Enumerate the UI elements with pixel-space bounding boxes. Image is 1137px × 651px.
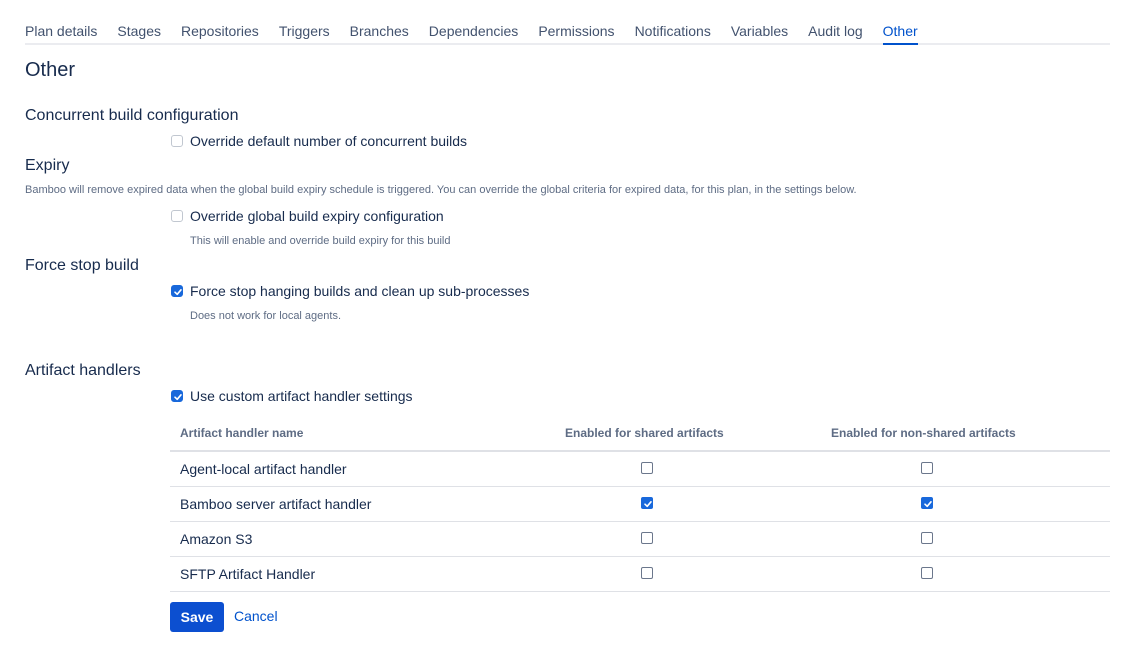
handler-name: Amazon S3 [180,531,253,547]
row-divider [170,486,1110,487]
force-stop-help: Does not work for local agents. [190,310,342,322]
tab-other[interactable]: Other [882,14,918,45]
handler-name: SFTP Artifact Handler [180,566,316,582]
table-header-divider [170,450,1110,452]
tab-audit-log[interactable]: Audit log [808,14,862,43]
custom-artifact-label[interactable]: Use custom artifact handler settings [190,388,413,404]
tab-triggers[interactable]: Triggers [279,14,330,43]
override-expiry-label[interactable]: Override global build expiry configurati… [190,208,444,224]
page-title: Other [25,59,76,81]
checkmark-icon [644,501,652,508]
tab-plan-details[interactable]: Plan details [25,14,97,43]
force-stop-label[interactable]: Force stop hanging builds and clean up s… [190,283,529,299]
expiry-section-title: Expiry [25,157,70,174]
column-header-name: Artifact handler name [180,426,304,440]
shared-checkbox[interactable] [641,497,653,509]
non-shared-checkbox[interactable] [921,567,933,579]
tab-permissions[interactable]: Permissions [538,14,614,43]
row-divider [170,521,1110,522]
tab-notifications[interactable]: Notifications [635,14,711,43]
handler-name: Bamboo server artifact handler [180,496,372,512]
custom-artifact-checkbox[interactable] [171,390,183,402]
override-expiry-checkbox[interactable] [171,210,183,222]
shared-checkbox[interactable] [641,532,653,544]
checkmark-icon [924,501,932,508]
tab-dependencies[interactable]: Dependencies [429,14,519,43]
non-shared-checkbox[interactable] [921,497,933,509]
row-divider [170,556,1110,557]
checkmark-icon [174,394,182,401]
tab-repositories[interactable]: Repositories [181,14,259,43]
override-concurrent-label[interactable]: Override default number of concurrent bu… [190,133,467,149]
override-expiry-help: This will enable and override build expi… [190,235,451,247]
non-shared-checkbox[interactable] [921,462,933,474]
override-concurrent-checkbox[interactable] [171,135,183,147]
artifact-section-title: Artifact handlers [25,362,141,379]
tab-stages[interactable]: Stages [117,14,161,43]
checkmark-icon [174,289,182,296]
shared-checkbox[interactable] [641,462,653,474]
force-stop-section-title: Force stop build [25,257,139,274]
non-shared-checkbox[interactable] [921,532,933,544]
cancel-link[interactable]: Cancel [234,608,278,624]
save-button[interactable]: Save [170,602,224,632]
tab-variables[interactable]: Variables [731,14,788,43]
shared-checkbox[interactable] [641,567,653,579]
tab-bar: Plan details Stages Repositories Trigger… [25,14,1110,45]
tab-branches[interactable]: Branches [350,14,409,43]
handler-name: Agent-local artifact handler [180,461,347,477]
force-stop-checkbox[interactable] [171,285,183,297]
column-header-shared: Enabled for shared artifacts [565,426,724,440]
row-divider [170,591,1110,592]
concurrent-section-title: Concurrent build configuration [25,107,239,124]
column-header-non-shared: Enabled for non-shared artifacts [831,426,1016,440]
expiry-description: Bamboo will remove expired data when the… [25,184,857,196]
